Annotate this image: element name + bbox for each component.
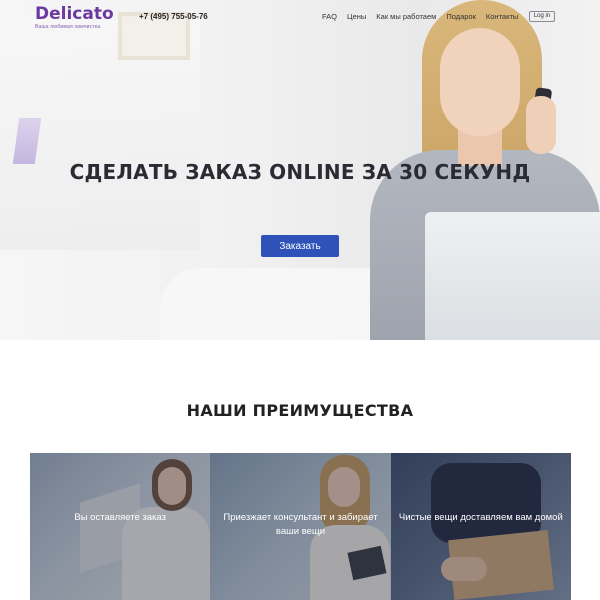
advantage-card: Чистые вещи доставляем вам домой <box>390 453 571 600</box>
nav-item-faq[interactable]: FAQ <box>322 12 337 21</box>
advantages-title: НАШИ ПРЕИМУЩЕСТВА <box>186 401 414 420</box>
advantage-card-caption: Приезжает консультант и забирает ваши ве… <box>223 512 378 537</box>
advantage-card-caption: Чистые вещи доставляем вам домой <box>398 512 563 523</box>
hero-banner: СДЕЛАТЬ ЗАКАЗ ONLINE ЗА 30 СЕКУНД Заказа… <box>0 0 600 340</box>
main-nav: FAQ Цены Как мы работаем Подарок Контакт… <box>322 12 518 21</box>
phone-number[interactable]: +7 (495) 755-05-76 <box>139 12 208 21</box>
hero-title: СДЕЛАТЬ ЗАКАЗ ONLINE ЗА 30 СЕКУНД <box>69 160 531 184</box>
advantage-card: Приезжает консультант и забирает ваши ве… <box>210 453 391 600</box>
login-button[interactable]: Log in <box>529 11 555 22</box>
logo-text: Delicato <box>35 4 114 24</box>
nav-item-gift[interactable]: Подарок <box>446 12 476 21</box>
advantages-cards: Вы оставляете заказ Приезжает консультан… <box>30 453 571 600</box>
nav-item-contacts[interactable]: Контакты <box>486 12 518 21</box>
order-button[interactable]: Заказать <box>261 235 339 257</box>
advantage-card-caption: Вы оставляете заказ <box>74 512 166 523</box>
logo-tagline: Ваша любимая химчистка <box>35 24 101 30</box>
site-header: Delicato Ваша любимая химчистка +7 (495)… <box>0 0 600 32</box>
nav-item-how-we-work[interactable]: Как мы работаем <box>376 12 436 21</box>
advantage-card: Вы оставляете заказ <box>30 453 211 600</box>
logo[interactable]: Delicato Ваша любимая химчистка <box>35 5 114 30</box>
nav-item-prices[interactable]: Цены <box>347 12 366 21</box>
hero-laptop-image <box>425 212 600 340</box>
